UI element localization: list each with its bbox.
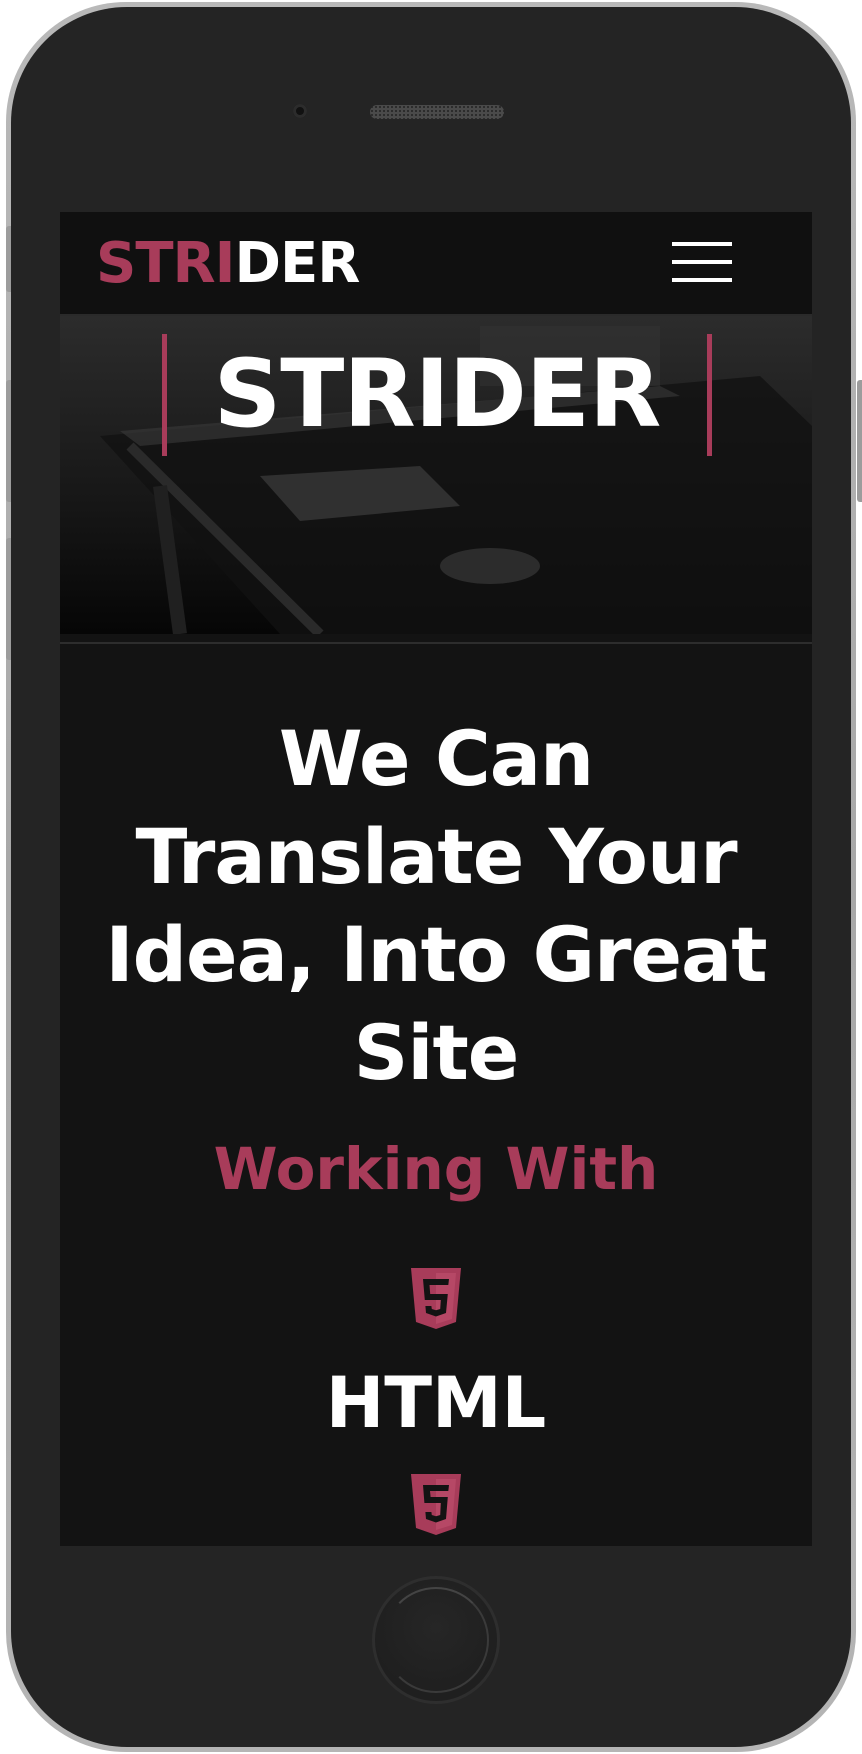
divider (60, 642, 812, 644)
logo-text: DER (234, 231, 361, 296)
working-with-heading: Working With (213, 1135, 659, 1203)
hero-title-frame: STRIDER (162, 334, 712, 456)
logo-accent-text: STRI (96, 231, 235, 296)
hero-title: STRIDER (213, 340, 662, 449)
home-button[interactable] (372, 1576, 500, 1704)
css3-icon (411, 1474, 461, 1535)
site-logo[interactable]: STRIDER (96, 231, 361, 296)
headline: We Can Translate Your Idea, Into Great S… (105, 714, 767, 1097)
hamburger-menu-icon[interactable] (672, 242, 732, 286)
phone-frame: STRIDER STRIDER We Can Translate Your Id… (6, 2, 862, 1752)
front-camera (293, 104, 307, 118)
screen: STRIDER STRIDER We Can Translate Your Id… (60, 212, 812, 1546)
hero-banner: STRIDER (60, 316, 812, 634)
power-button (857, 380, 862, 502)
html5-icon (411, 1268, 461, 1329)
earpiece-speaker (370, 105, 504, 119)
tech-label-html: HTML (325, 1362, 547, 1444)
navbar: STRIDER (60, 212, 812, 316)
